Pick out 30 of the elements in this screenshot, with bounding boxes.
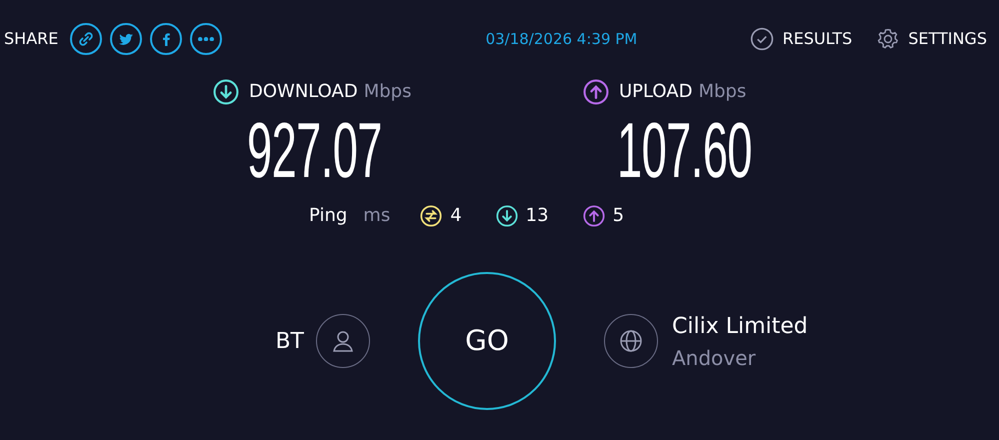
download-speed: 927.07 (247, 111, 382, 189)
results-link[interactable]: RESULTS (750, 27, 852, 51)
download-label: DOWNLOAD (249, 80, 358, 104)
exchange-icon (420, 204, 442, 226)
settings-link[interactable]: SETTINGS (876, 27, 987, 51)
upload-speed: 107.60 (617, 111, 752, 189)
download-ping-value: 13 (526, 204, 549, 228)
link-icon (77, 30, 96, 48)
facebook-button[interactable] (150, 23, 182, 55)
person-icon (316, 314, 370, 368)
unit-label: ms (363, 204, 390, 228)
go-button[interactable]: GO (418, 272, 556, 410)
unit-label: Mbps (698, 80, 746, 104)
share-label: SHARE (4, 28, 58, 50)
more-button[interactable] (190, 23, 222, 55)
provider-name: BT (275, 328, 304, 356)
settings-icon (876, 27, 900, 51)
globe-icon (604, 314, 658, 368)
idle-ping-value: 4 (450, 204, 462, 228)
more-icon (198, 36, 214, 42)
upload-ping-value: 5 (612, 204, 624, 228)
upload-label: UPLOAD (619, 80, 692, 104)
date-time: 03/18/2026 4:39 PM (486, 28, 638, 50)
twitter-button[interactable] (110, 23, 142, 55)
server-name: Cilix Limited (672, 312, 808, 340)
server-location: Andover (672, 344, 757, 372)
check-circle-icon (750, 27, 774, 51)
link-button[interactable] (70, 23, 102, 55)
ping-label: Ping (309, 204, 348, 228)
unit-label: Mbps (364, 80, 412, 104)
